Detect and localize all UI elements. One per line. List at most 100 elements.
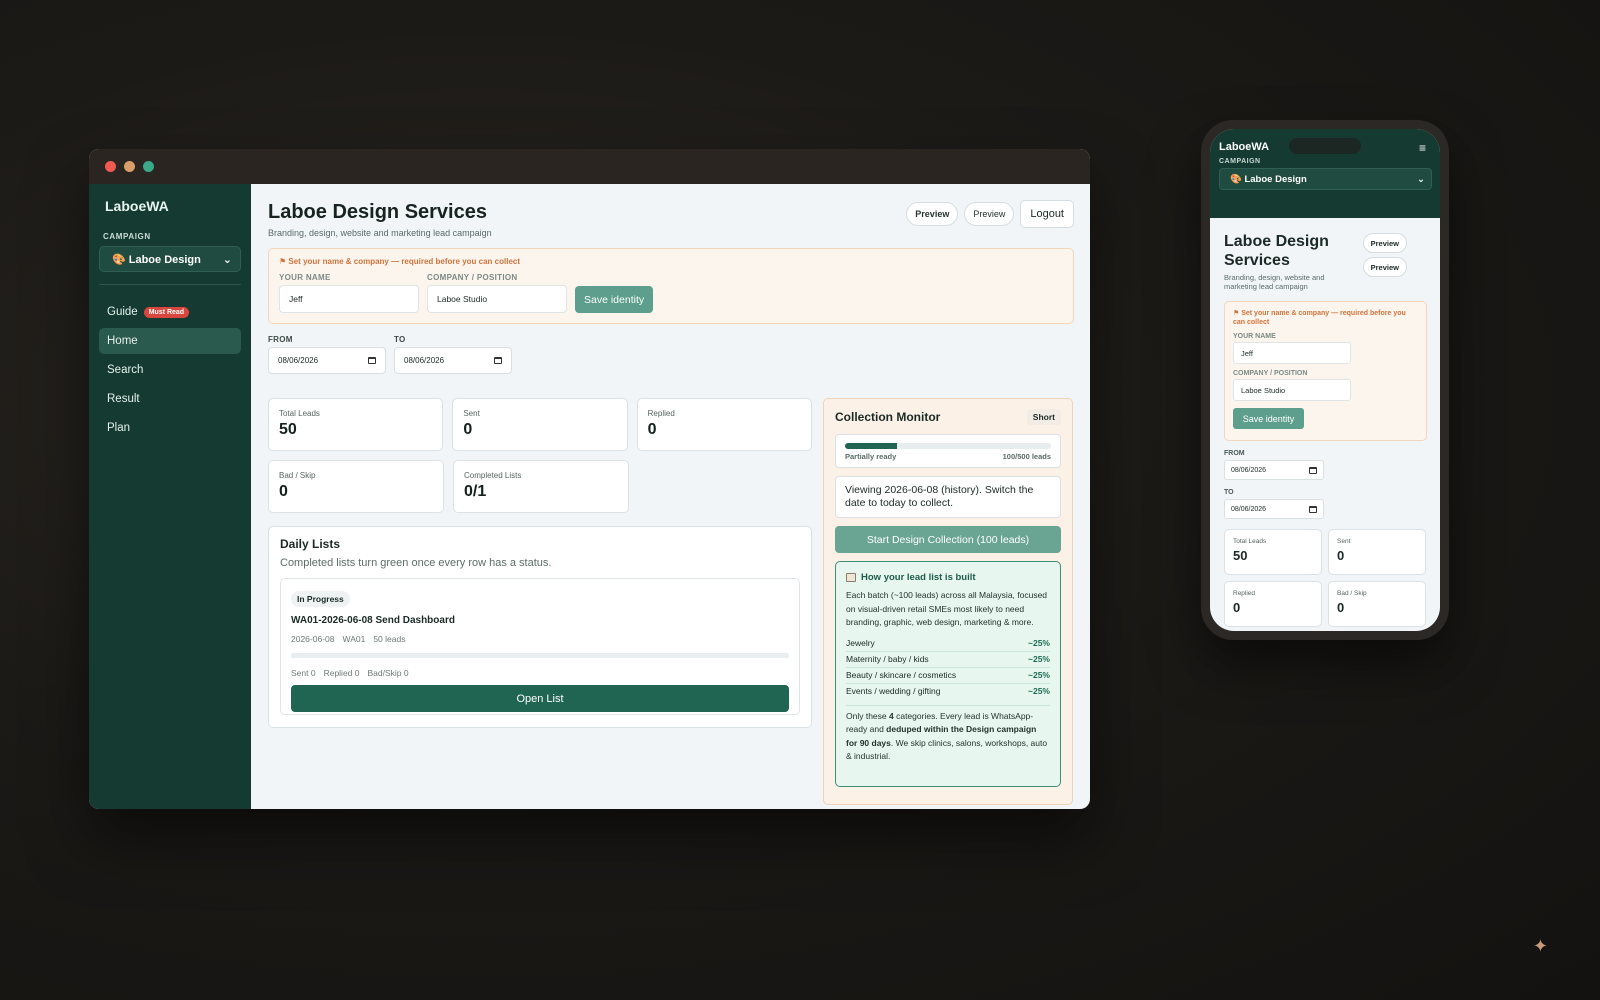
to-date-input[interactable]: 08/06/2026 bbox=[394, 347, 512, 374]
phone-campaign-label: CAMPAIGN bbox=[1219, 158, 1261, 165]
category-row: Events / wedding / gifting ~25% bbox=[846, 682, 1050, 699]
brand-logo: LaboeWA bbox=[105, 198, 169, 214]
list-code: WA01 bbox=[342, 634, 366, 644]
sidebar-item-plan[interactable]: Plan bbox=[99, 415, 241, 441]
sidebar-item-home[interactable]: Home bbox=[99, 328, 241, 354]
sidebar-item-label: Plan bbox=[107, 422, 131, 434]
phone-name-label: YOUR NAME bbox=[1233, 333, 1276, 340]
phone-stat-card-total-leads: Total Leads 50 bbox=[1224, 529, 1322, 575]
calendar-icon[interactable] bbox=[494, 357, 502, 364]
daily-lists-subtitle: Completed lists turn green once every ro… bbox=[280, 557, 552, 569]
phone-from-date-value: 08/06/2026 bbox=[1231, 466, 1267, 474]
phone-identity-warning: ⚑ Set your name & company — required bef… bbox=[1233, 310, 1406, 326]
stat-value: 0 bbox=[463, 421, 473, 438]
sidebar-item-search[interactable]: Search bbox=[99, 357, 241, 383]
must-read-badge: Must Read bbox=[143, 306, 190, 318]
phone-campaign-select[interactable]: 🎨 Laboe Design ⌄ bbox=[1219, 168, 1432, 190]
main-content: Laboe Design Services Branding, design, … bbox=[251, 184, 1090, 809]
collection-monitor-title: Collection Monitor bbox=[835, 410, 941, 424]
sidebar-divider bbox=[99, 284, 241, 285]
how-title: How your lead list is built bbox=[861, 572, 976, 583]
minimize-window-icon[interactable] bbox=[124, 161, 135, 172]
chevron-down-icon: ⌄ bbox=[222, 253, 232, 266]
calendar-icon[interactable] bbox=[1309, 505, 1317, 513]
phone-preview-button[interactable]: Preview bbox=[1362, 233, 1407, 253]
sidebar-item-guide[interactable]: Guide Must Read bbox=[99, 299, 241, 325]
list-date: 2026-06-08 bbox=[291, 634, 335, 644]
category-percent: ~25% bbox=[1028, 637, 1050, 648]
phone-save-identity-button[interactable]: Save identity bbox=[1233, 408, 1304, 429]
stat-value: 0 bbox=[1233, 600, 1241, 615]
stat-label: Replied bbox=[1233, 590, 1256, 597]
calendar-icon[interactable] bbox=[368, 357, 376, 364]
stat-value: 50 bbox=[279, 421, 297, 438]
from-date-value: 08/06/2026 bbox=[278, 356, 319, 365]
list-progress-bar bbox=[291, 653, 789, 658]
list-sent: Sent 0 bbox=[291, 668, 316, 678]
close-window-icon[interactable] bbox=[105, 161, 116, 172]
preview-button[interactable]: Preview bbox=[906, 202, 959, 226]
name-input[interactable]: Jeff bbox=[279, 285, 419, 313]
category-percent: ~25% bbox=[1028, 685, 1050, 696]
stat-value: 0/1 bbox=[464, 483, 487, 500]
short-tag[interactable]: Short bbox=[1026, 409, 1061, 425]
collection-progress: Partially ready 100/500 leads bbox=[835, 434, 1061, 468]
phone-body: Laboe Design Services Branding, design, … bbox=[1210, 218, 1440, 627]
stat-label: Total Leads bbox=[1233, 538, 1267, 545]
stat-value: 0 bbox=[1337, 548, 1345, 563]
from-date-input[interactable]: 08/06/2026 bbox=[268, 347, 386, 374]
sidebar-item-label: Search bbox=[107, 364, 144, 376]
save-identity-button[interactable]: Save identity bbox=[575, 286, 654, 313]
sidebar-item-label: Result bbox=[107, 393, 140, 405]
sidebar: LaboeWA CAMPAIGN 🎨 Laboe Design ⌄ Guide … bbox=[89, 184, 251, 809]
phone-from-label: FROM bbox=[1224, 450, 1245, 457]
foot-text: Only these bbox=[846, 710, 889, 721]
progress-status: Partially ready bbox=[845, 452, 897, 461]
logout-button[interactable]: Logout bbox=[1020, 200, 1074, 228]
from-label: FROM bbox=[268, 335, 293, 344]
category-percent: ~25% bbox=[1028, 653, 1050, 664]
sidebar-item-label: Guide bbox=[107, 306, 138, 318]
phone-identity-panel: ⚑ Set your name & company — required bef… bbox=[1224, 301, 1427, 441]
hamburger-menu-icon[interactable]: ≡ bbox=[1419, 141, 1426, 155]
daily-lists-panel: Daily Lists Completed lists turn green o… bbox=[268, 526, 812, 728]
category-name: Beauty / skincare / cosmetics bbox=[846, 669, 957, 680]
list-replied: Replied 0 bbox=[323, 668, 360, 678]
stat-value: 0 bbox=[647, 421, 657, 438]
phone-to-date-input[interactable]: 08/06/2026 bbox=[1224, 499, 1324, 519]
open-list-button[interactable]: Open List bbox=[291, 685, 789, 712]
phone-company-label: COMPANY / POSITION bbox=[1233, 370, 1308, 377]
stat-label: Bad / Skip bbox=[279, 471, 316, 480]
sidebar-item-result[interactable]: Result bbox=[99, 386, 241, 412]
header-actions: Preview Preview Logout bbox=[906, 200, 1074, 228]
calendar-icon[interactable] bbox=[1309, 466, 1317, 474]
preview-button-secondary[interactable]: Preview bbox=[964, 202, 1015, 226]
phone-stat-card-sent: Sent 0 bbox=[1328, 529, 1426, 575]
start-collection-button[interactable]: Start Design Collection (100 leads) bbox=[835, 526, 1061, 553]
stat-label: Bad / Skip bbox=[1337, 590, 1367, 597]
stat-value: 0 bbox=[1337, 600, 1345, 615]
list-name: WA01-2026-06-08 Send Dashboard bbox=[291, 615, 455, 626]
list-leads: 50 leads bbox=[373, 634, 406, 644]
status-badge: In Progress bbox=[291, 591, 350, 607]
history-notice: Viewing 2026-06-08 (history). Switch the… bbox=[835, 476, 1061, 518]
desktop-window: LaboeWA CAMPAIGN 🎨 Laboe Design ⌄ Guide … bbox=[89, 149, 1090, 809]
phone-company-input[interactable]: Laboe Studio bbox=[1233, 379, 1351, 401]
to-date-value: 08/06/2026 bbox=[404, 356, 445, 365]
phone-name-input[interactable]: Jeff bbox=[1233, 342, 1351, 364]
phone-stat-card-bad-skip: Bad / Skip 0 bbox=[1328, 581, 1426, 627]
phone-preview-button-secondary[interactable]: Preview bbox=[1362, 257, 1407, 277]
maximize-window-icon[interactable] bbox=[143, 161, 154, 172]
window-titlebar bbox=[89, 149, 1090, 184]
list-stats: Sent 0 Replied 0 Bad/Skip 0 bbox=[291, 668, 789, 678]
stat-value: 0 bbox=[279, 483, 288, 500]
campaign-select[interactable]: 🎨 Laboe Design ⌄ bbox=[99, 246, 241, 272]
category-name: Events / wedding / gifting bbox=[846, 685, 941, 696]
company-input[interactable]: Laboe Studio bbox=[427, 285, 567, 313]
progress-count: 100/500 leads bbox=[1002, 452, 1051, 461]
chevron-down-icon: ⌄ bbox=[1417, 173, 1425, 185]
phone-from-date-input[interactable]: 08/06/2026 bbox=[1224, 460, 1324, 480]
sparkle-icon: ✦ bbox=[1532, 936, 1548, 956]
stats-and-lists: Total Leads 50 Sent 0 Replied 0 Bad / Sk… bbox=[268, 398, 812, 728]
phone-campaign-value: 🎨 Laboe Design bbox=[1230, 173, 1307, 185]
